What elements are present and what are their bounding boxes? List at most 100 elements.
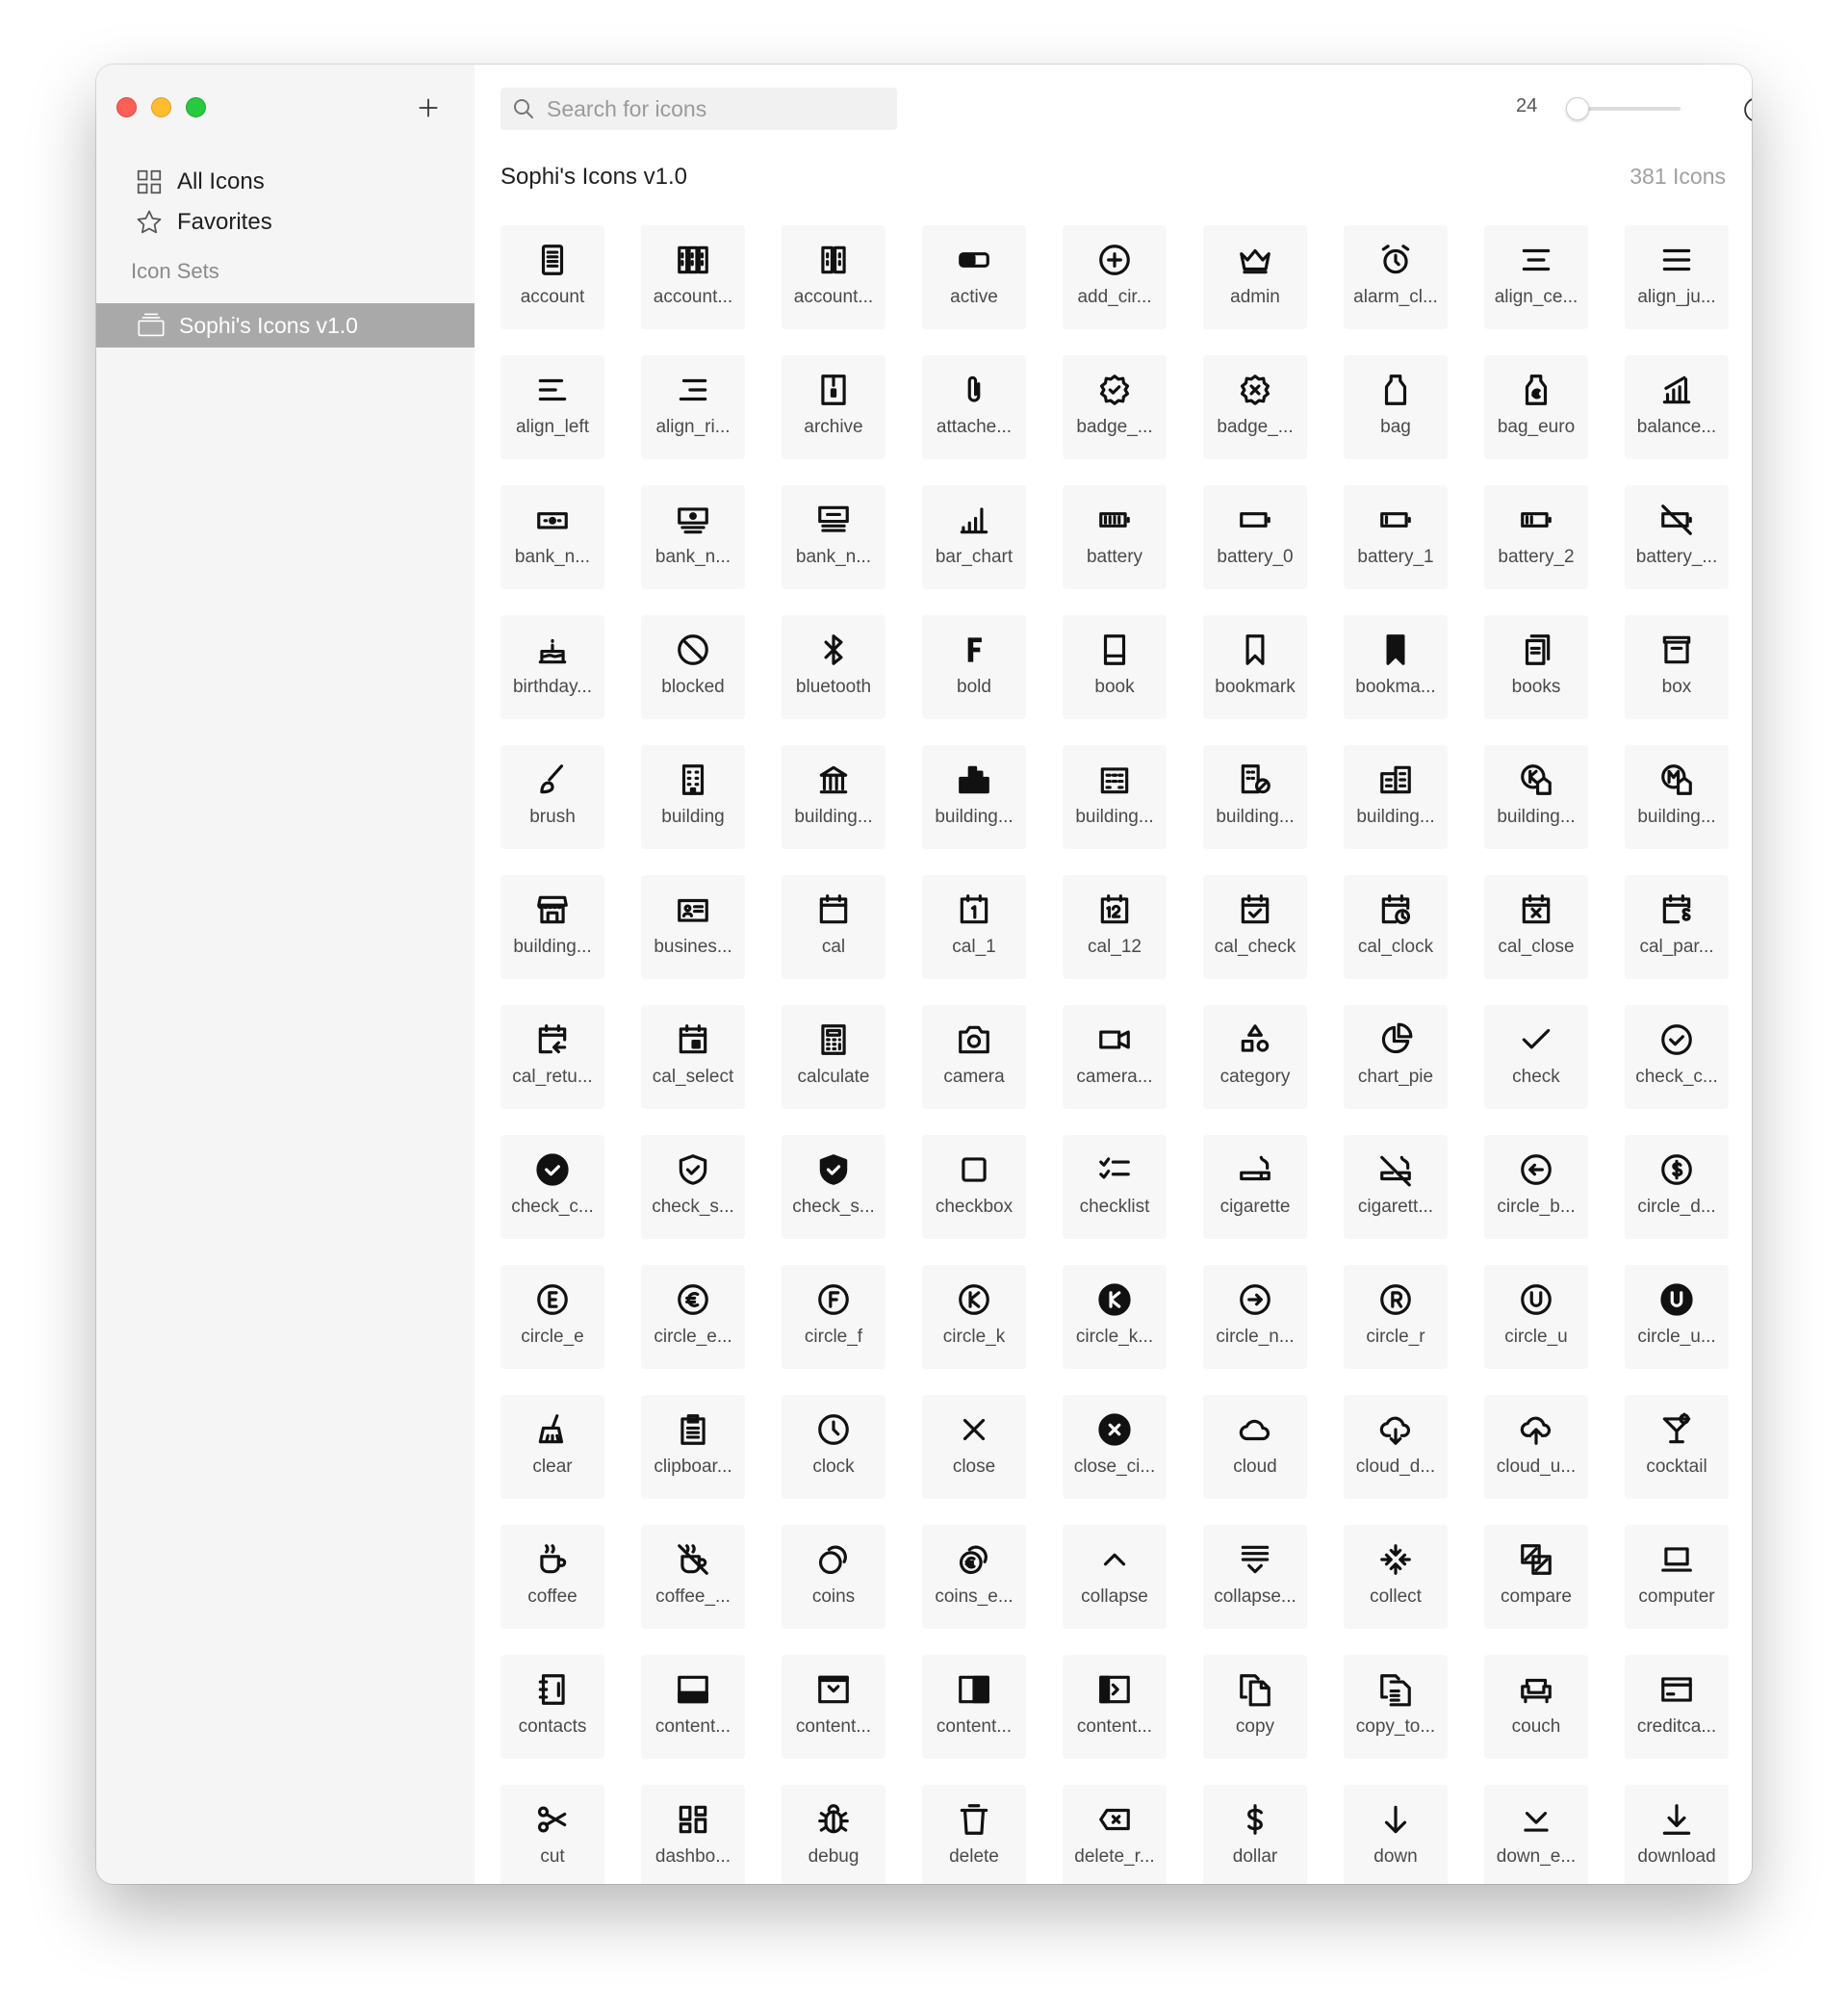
- icon-tile-circleback[interactable]: circle_b...: [1484, 1135, 1588, 1239]
- icon-tile-circleufill[interactable]: circle_u...: [1625, 1265, 1729, 1369]
- icon-tile-card[interactable]: busines...: [641, 875, 745, 979]
- icon-tile-coinseuro[interactable]: coins_e...: [922, 1525, 1026, 1629]
- icon-tile-cake[interactable]: birthday...: [500, 615, 604, 719]
- icon-tile-crown[interactable]: admin: [1203, 225, 1307, 329]
- icon-tile-coffeeoff[interactable]: coffee_...: [641, 1525, 745, 1629]
- icon-size-slider-thumb[interactable]: [1566, 97, 1589, 120]
- info-button[interactable]: [1740, 93, 1752, 126]
- icon-tile-collect[interactable]: collect: [1344, 1525, 1448, 1629]
- icon-tile-camera[interactable]: camera: [922, 1005, 1026, 1109]
- icon-tile-clip[interactable]: attache...: [922, 355, 1026, 459]
- icon-tile-buildings[interactable]: building...: [1344, 745, 1448, 849]
- icon-tile-bold[interactable]: bold: [922, 615, 1026, 719]
- icon-tile-shieldcheck[interactable]: check_s...: [641, 1135, 745, 1239]
- icon-tile-city[interactable]: building...: [922, 745, 1026, 849]
- icon-tile-pie[interactable]: chart_pie: [1344, 1005, 1448, 1109]
- icon-tile-deleteleft[interactable]: delete_r...: [1063, 1785, 1167, 1884]
- icon-tile-close[interactable]: close: [922, 1395, 1026, 1499]
- icon-tile-buildingm[interactable]: building...: [1625, 745, 1729, 849]
- icon-tile-box[interactable]: box: [1625, 615, 1729, 719]
- icon-tile-check[interactable]: check: [1484, 1005, 1588, 1109]
- icon-tile-calclock[interactable]: cal_clock: [1344, 875, 1448, 979]
- icon-tile-circleeuro[interactable]: circle_e...: [641, 1265, 745, 1369]
- nav-favorites[interactable]: Favorites: [135, 205, 272, 240]
- icon-tile-dashboard[interactable]: dashbo...: [641, 1785, 745, 1884]
- icon-tile-clock[interactable]: clock: [782, 1395, 886, 1499]
- icon-tile-note[interactable]: bank_n...: [500, 485, 604, 589]
- icon-tile-note3[interactable]: bank_n...: [782, 485, 886, 589]
- minimize-window-button[interactable]: [151, 97, 171, 117]
- icon-tile-closecircle[interactable]: close_ci...: [1063, 1395, 1167, 1499]
- icon-tile-barchart[interactable]: bar_chart: [922, 485, 1026, 589]
- icon-tile-doc[interactable]: account: [500, 225, 604, 329]
- icon-tile-clipboard[interactable]: clipboar...: [641, 1395, 745, 1499]
- icon-tile-book[interactable]: book: [1063, 615, 1167, 719]
- icon-tile-shieldfill[interactable]: check_s...: [782, 1135, 886, 1239]
- icon-tile-cocktail[interactable]: cocktail: [1625, 1395, 1729, 1499]
- icon-tile-circlee[interactable]: circle_e: [500, 1265, 604, 1369]
- icon-tile-cloud[interactable]: cloud: [1203, 1395, 1307, 1499]
- icon-tile-bug[interactable]: debug: [782, 1785, 886, 1884]
- icon-tile-books[interactable]: books: [1484, 615, 1588, 719]
- icon-tile-laptop[interactable]: computer: [1625, 1525, 1729, 1629]
- icon-tile-category[interactable]: category: [1203, 1005, 1307, 1109]
- icon-tile-trash[interactable]: delete: [922, 1785, 1026, 1884]
- icon-tile-circler[interactable]: circle_r: [1344, 1265, 1448, 1369]
- icon-tile-circlef[interactable]: circle_f: [782, 1265, 886, 1369]
- icon-tile-archive[interactable]: archive: [782, 355, 886, 459]
- icon-tile-cigarette[interactable]: cigarette: [1203, 1135, 1307, 1239]
- icon-tile-bat0[interactable]: battery_0: [1203, 485, 1307, 589]
- icon-tile-cal12[interactable]: cal_12: [1063, 875, 1167, 979]
- icon-tile-balance[interactable]: balance...: [1625, 355, 1729, 459]
- icon-tile-calclose[interactable]: cal_close: [1484, 875, 1588, 979]
- icon-tile-circlenext[interactable]: circle_n...: [1203, 1265, 1307, 1369]
- icon-tile-bank[interactable]: building...: [782, 745, 886, 849]
- icon-tile-bookmarkfill[interactable]: bookma...: [1344, 615, 1448, 719]
- icon-tile-contacts[interactable]: contacts: [500, 1655, 604, 1759]
- icon-tile-circlek[interactable]: circle_k: [922, 1265, 1026, 1369]
- icon-tile-circledollar[interactable]: circle_d...: [1625, 1135, 1729, 1239]
- icon-tile-buildingk[interactable]: building...: [1484, 745, 1588, 849]
- icon-tile-checkcirclefill[interactable]: check_c...: [500, 1135, 604, 1239]
- icon-tile-arrowdown[interactable]: down: [1344, 1785, 1448, 1884]
- zoom-window-button[interactable]: [186, 97, 206, 117]
- icon-tile-alignleft[interactable]: align_left: [500, 355, 604, 459]
- icon-tile-clouddown[interactable]: cloud_d...: [1344, 1395, 1448, 1499]
- icon-size-slider[interactable]: [1566, 97, 1681, 120]
- icon-tile-panelright[interactable]: content...: [922, 1655, 1026, 1759]
- icon-tile-note2[interactable]: bank_n...: [641, 485, 745, 589]
- icon-tile-circleu[interactable]: circle_u: [1484, 1265, 1588, 1369]
- search-input[interactable]: [545, 94, 895, 123]
- icon-tile-batoff[interactable]: battery_...: [1625, 485, 1729, 589]
- icon-tile-dollar[interactable]: dollar: [1203, 1785, 1307, 1884]
- icon-tile-office[interactable]: building...: [1063, 745, 1167, 849]
- icon-tile-store[interactable]: building...: [500, 875, 604, 979]
- icon-tile-checkcircle[interactable]: check_c...: [1625, 1005, 1729, 1109]
- icon-tile-copy[interactable]: copy: [1203, 1655, 1307, 1759]
- close-window-button[interactable]: [116, 97, 137, 117]
- icon-tile-collapseall[interactable]: collapse...: [1203, 1525, 1307, 1629]
- icon-tile-bookmark[interactable]: bookmark: [1203, 615, 1307, 719]
- icon-tile-bat1[interactable]: battery_1: [1344, 485, 1448, 589]
- icon-tile-bluetooth[interactable]: bluetooth: [782, 615, 886, 719]
- icon-set-sophis-icons[interactable]: Sophi's Icons v1.0: [96, 303, 475, 348]
- icon-tile-calcheck[interactable]: cal_check: [1203, 875, 1307, 979]
- icon-tile-calpar[interactable]: cal_par...: [1625, 875, 1729, 979]
- icon-tile-bag[interactable]: bag: [1344, 355, 1448, 459]
- icon-tile-bageuro[interactable]: bag_euro: [1484, 355, 1588, 459]
- icon-tile-calselect[interactable]: cal_select: [641, 1005, 745, 1109]
- nav-all-icons[interactable]: All Icons: [135, 165, 265, 199]
- icon-tile-panelbottom[interactable]: content...: [641, 1655, 745, 1759]
- icon-tile-checklist[interactable]: checklist: [1063, 1135, 1167, 1239]
- icon-tile-checkbox[interactable]: checkbox: [922, 1135, 1026, 1239]
- icon-tile-badgex[interactable]: badge_...: [1203, 355, 1307, 459]
- icon-tile-scissors[interactable]: cut: [500, 1785, 604, 1884]
- icon-tile-toggle[interactable]: active: [922, 225, 1026, 329]
- icon-tile-download[interactable]: download: [1625, 1785, 1729, 1884]
- icon-tile-alignright[interactable]: align_ri...: [641, 355, 745, 459]
- icon-tile-cal[interactable]: cal: [782, 875, 886, 979]
- add-icon-set-button[interactable]: [414, 93, 443, 122]
- icon-tile-alignjust[interactable]: align_ju...: [1625, 225, 1729, 329]
- icon-tile-aligncenter[interactable]: align_ce...: [1484, 225, 1588, 329]
- icon-tile-calculator[interactable]: calculate: [782, 1005, 886, 1109]
